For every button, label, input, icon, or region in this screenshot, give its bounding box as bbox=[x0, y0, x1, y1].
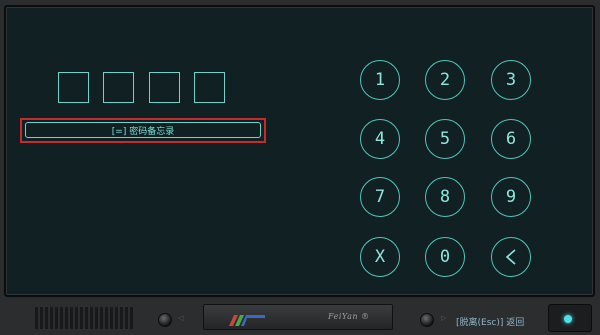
key-3[interactable]: 3 bbox=[491, 60, 531, 100]
password-memo-label: [=] 密码备忘录 bbox=[111, 126, 175, 137]
left-knob[interactable] bbox=[158, 313, 172, 327]
key-clear-label: X bbox=[374, 247, 386, 267]
rainbow-stripes-icon bbox=[229, 315, 265, 326]
brand-logo-text: FeiYan ® bbox=[328, 312, 370, 321]
password-memo-button[interactable]: [=] 密码备忘录 bbox=[25, 122, 261, 138]
left-knob-mark-icon: ◁ bbox=[178, 314, 184, 322]
speaker-grille bbox=[35, 307, 135, 329]
key-0[interactable]: 0 bbox=[425, 237, 465, 277]
pin-digit-box-3 bbox=[149, 72, 180, 103]
key-1[interactable]: 1 bbox=[360, 60, 400, 100]
key-7[interactable]: 7 bbox=[360, 177, 400, 217]
key-5[interactable]: 5 bbox=[425, 119, 465, 159]
key-backspace[interactable] bbox=[491, 237, 531, 277]
key-3-label: 3 bbox=[505, 70, 517, 90]
right-knob-mark-icon: ▷ bbox=[441, 314, 447, 322]
key-6-label: 6 bbox=[505, 129, 517, 149]
key-9[interactable]: 9 bbox=[491, 177, 531, 217]
key-8[interactable]: 8 bbox=[425, 177, 465, 217]
key-9-label: 9 bbox=[505, 187, 517, 207]
pin-digit-box-1 bbox=[58, 72, 89, 103]
power-led-icon bbox=[564, 315, 572, 323]
key-5-label: 5 bbox=[439, 129, 451, 149]
pin-digit-box-4 bbox=[194, 72, 225, 103]
right-knob[interactable] bbox=[420, 313, 434, 327]
key-2[interactable]: 2 bbox=[425, 60, 465, 100]
key-8-label: 8 bbox=[439, 187, 451, 207]
key-2-label: 2 bbox=[439, 70, 451, 90]
key-0-label: 0 bbox=[439, 247, 451, 267]
key-6[interactable]: 6 bbox=[491, 119, 531, 159]
key-4-label: 4 bbox=[374, 129, 386, 149]
pin-digit-box-2 bbox=[103, 72, 134, 103]
back-esc-hint[interactable]: [脱离(Esc)] 返回 bbox=[456, 315, 524, 328]
key-7-label: 7 bbox=[374, 187, 386, 207]
key-clear[interactable]: X bbox=[360, 237, 400, 277]
back-arrow-icon bbox=[505, 249, 516, 265]
key-4[interactable]: 4 bbox=[360, 119, 400, 159]
key-1-label: 1 bbox=[374, 70, 386, 90]
